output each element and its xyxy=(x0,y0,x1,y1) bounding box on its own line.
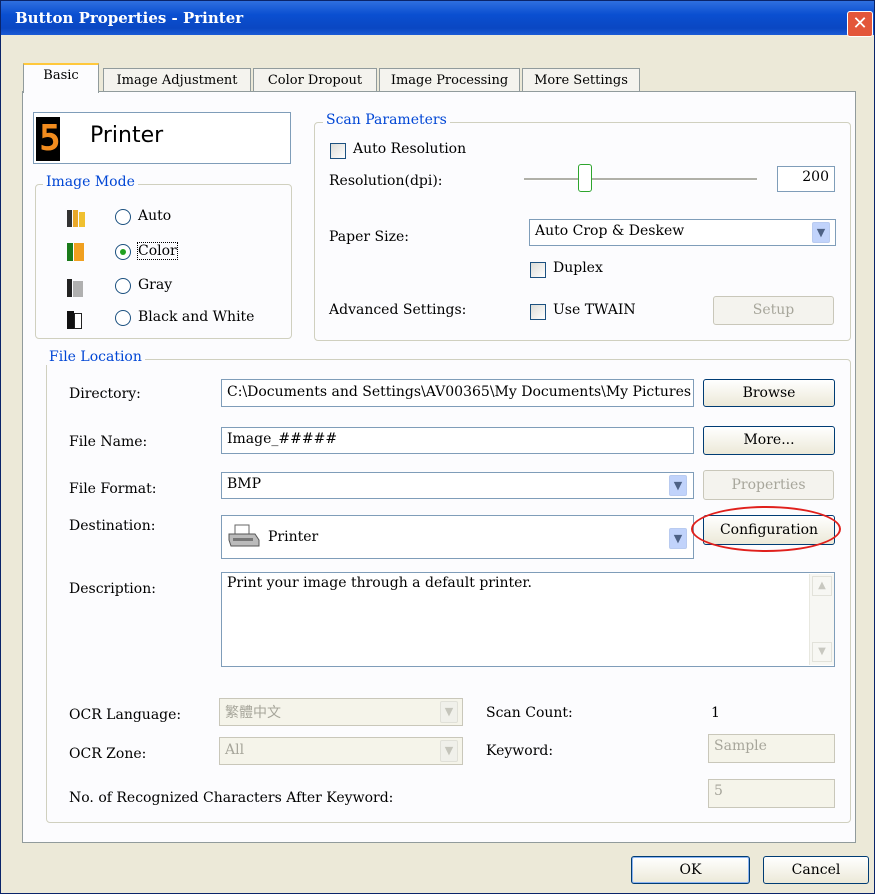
image-mode-label: Image Mode xyxy=(43,174,138,190)
radio-black-and-white[interactable] xyxy=(115,310,131,326)
duplex-checkbox[interactable] xyxy=(530,262,546,278)
recognized-characters-label: No. of Recognized Characters After Keywo… xyxy=(69,790,394,806)
recognized-characters-input[interactable]: 5 xyxy=(708,779,835,808)
radio-black-and-white-label: Black and White xyxy=(138,309,255,325)
button-name: Printer xyxy=(90,123,164,148)
auto-mode-icon xyxy=(67,210,87,227)
scan-parameters-label: Scan Parameters xyxy=(323,112,450,128)
tab-basic[interactable]: Basic xyxy=(23,63,99,93)
radio-auto-label: Auto xyxy=(138,208,172,224)
ocr-zone-dropdown-arrow[interactable]: ▼ xyxy=(440,740,458,762)
file-format-label: File Format: xyxy=(69,481,157,497)
file-name-label: File Name: xyxy=(69,434,148,450)
scan-count-value: 1 xyxy=(711,705,720,721)
scroll-down-icon[interactable]: ▼ xyxy=(812,642,832,662)
ocr-zone-label: OCR Zone: xyxy=(69,746,147,762)
browse-button[interactable]: Browse xyxy=(703,379,835,407)
gray-mode-icon xyxy=(67,279,84,297)
destination-dropdown-arrow[interactable]: ▼ xyxy=(669,528,687,549)
description-label: Description: xyxy=(69,581,156,597)
duplex-label: Duplex xyxy=(553,260,603,276)
properties-button[interactable]: Properties xyxy=(703,470,834,500)
printer-icon xyxy=(228,524,260,547)
resolution-value-input[interactable]: 200 xyxy=(777,166,835,192)
scroll-up-icon[interactable]: ▲ xyxy=(812,576,832,596)
tab-image-processing[interactable]: Image Processing xyxy=(379,68,520,92)
setup-button[interactable]: Setup xyxy=(713,296,834,325)
ocr-language-dropdown-arrow[interactable]: ▼ xyxy=(440,701,458,723)
description-scrollbar[interactable]: ▲ ▼ xyxy=(809,574,834,665)
more-button[interactable]: More... xyxy=(703,426,835,455)
title-bar[interactable]: Button Properties - Printer xyxy=(1,1,874,35)
resolution-label: Resolution(dpi): xyxy=(329,173,443,189)
resolution-slider-track[interactable] xyxy=(524,178,757,181)
radio-color[interactable] xyxy=(115,244,131,260)
close-button[interactable]: ✕ xyxy=(847,11,873,37)
ocr-language-select[interactable]: 繁體中文 xyxy=(219,698,463,726)
tab-image-adjustment[interactable]: Image Adjustment xyxy=(103,68,251,92)
auto-resolution-label: Auto Resolution xyxy=(353,141,467,157)
radio-gray-label: Gray xyxy=(138,277,173,293)
description-textarea[interactable]: Print your image through a default print… xyxy=(221,572,835,667)
directory-input[interactable]: C:\Documents and Settings\AV00365\My Doc… xyxy=(221,379,694,407)
file-location-label: File Location xyxy=(46,349,145,365)
tab-color-dropout[interactable]: Color Dropout xyxy=(253,68,377,92)
cancel-button[interactable]: Cancel xyxy=(763,856,869,884)
window-title: Button Properties - Printer xyxy=(15,9,244,27)
button-properties-window: Button Properties - Printer ✕ Basic Imag… xyxy=(0,0,875,894)
radio-auto[interactable] xyxy=(115,209,131,225)
tab-more-settings[interactable]: More Settings xyxy=(522,68,640,92)
use-twain-checkbox[interactable] xyxy=(530,304,546,320)
black-white-mode-icon xyxy=(67,311,83,329)
use-twain-label: Use TWAIN xyxy=(553,302,636,318)
destination-label: Destination: xyxy=(69,518,156,534)
file-name-input[interactable]: Image_##### xyxy=(221,427,694,454)
file-format-dropdown-arrow[interactable]: ▼ xyxy=(669,475,687,496)
resolution-slider-thumb[interactable] xyxy=(578,164,592,192)
keyword-input[interactable]: Sample xyxy=(708,734,835,763)
destination-select[interactable]: Printer xyxy=(221,515,694,559)
ocr-zone-select[interactable]: All xyxy=(219,737,463,765)
paper-size-label: Paper Size: xyxy=(329,229,409,245)
ok-button[interactable]: OK xyxy=(631,856,750,884)
button-number-icon: 5 xyxy=(36,117,61,161)
radio-color-label: Color xyxy=(137,242,178,260)
directory-label: Directory: xyxy=(69,386,141,402)
keyword-label: Keyword: xyxy=(486,743,554,759)
file-format-select[interactable]: BMP xyxy=(221,472,694,499)
button-name-box[interactable]: 5 Printer xyxy=(33,112,291,164)
paper-size-dropdown-arrow[interactable]: ▼ xyxy=(812,222,830,243)
ocr-language-label: OCR Language: xyxy=(69,707,182,723)
color-mode-icon xyxy=(67,243,85,261)
scan-count-label: Scan Count: xyxy=(486,705,573,721)
paper-size-select[interactable]: Auto Crop & Deskew xyxy=(529,219,836,246)
highlight-circle xyxy=(691,506,841,552)
radio-gray[interactable] xyxy=(115,278,131,294)
advanced-settings-label: Advanced Settings: xyxy=(329,302,467,318)
auto-resolution-checkbox[interactable] xyxy=(330,143,346,159)
